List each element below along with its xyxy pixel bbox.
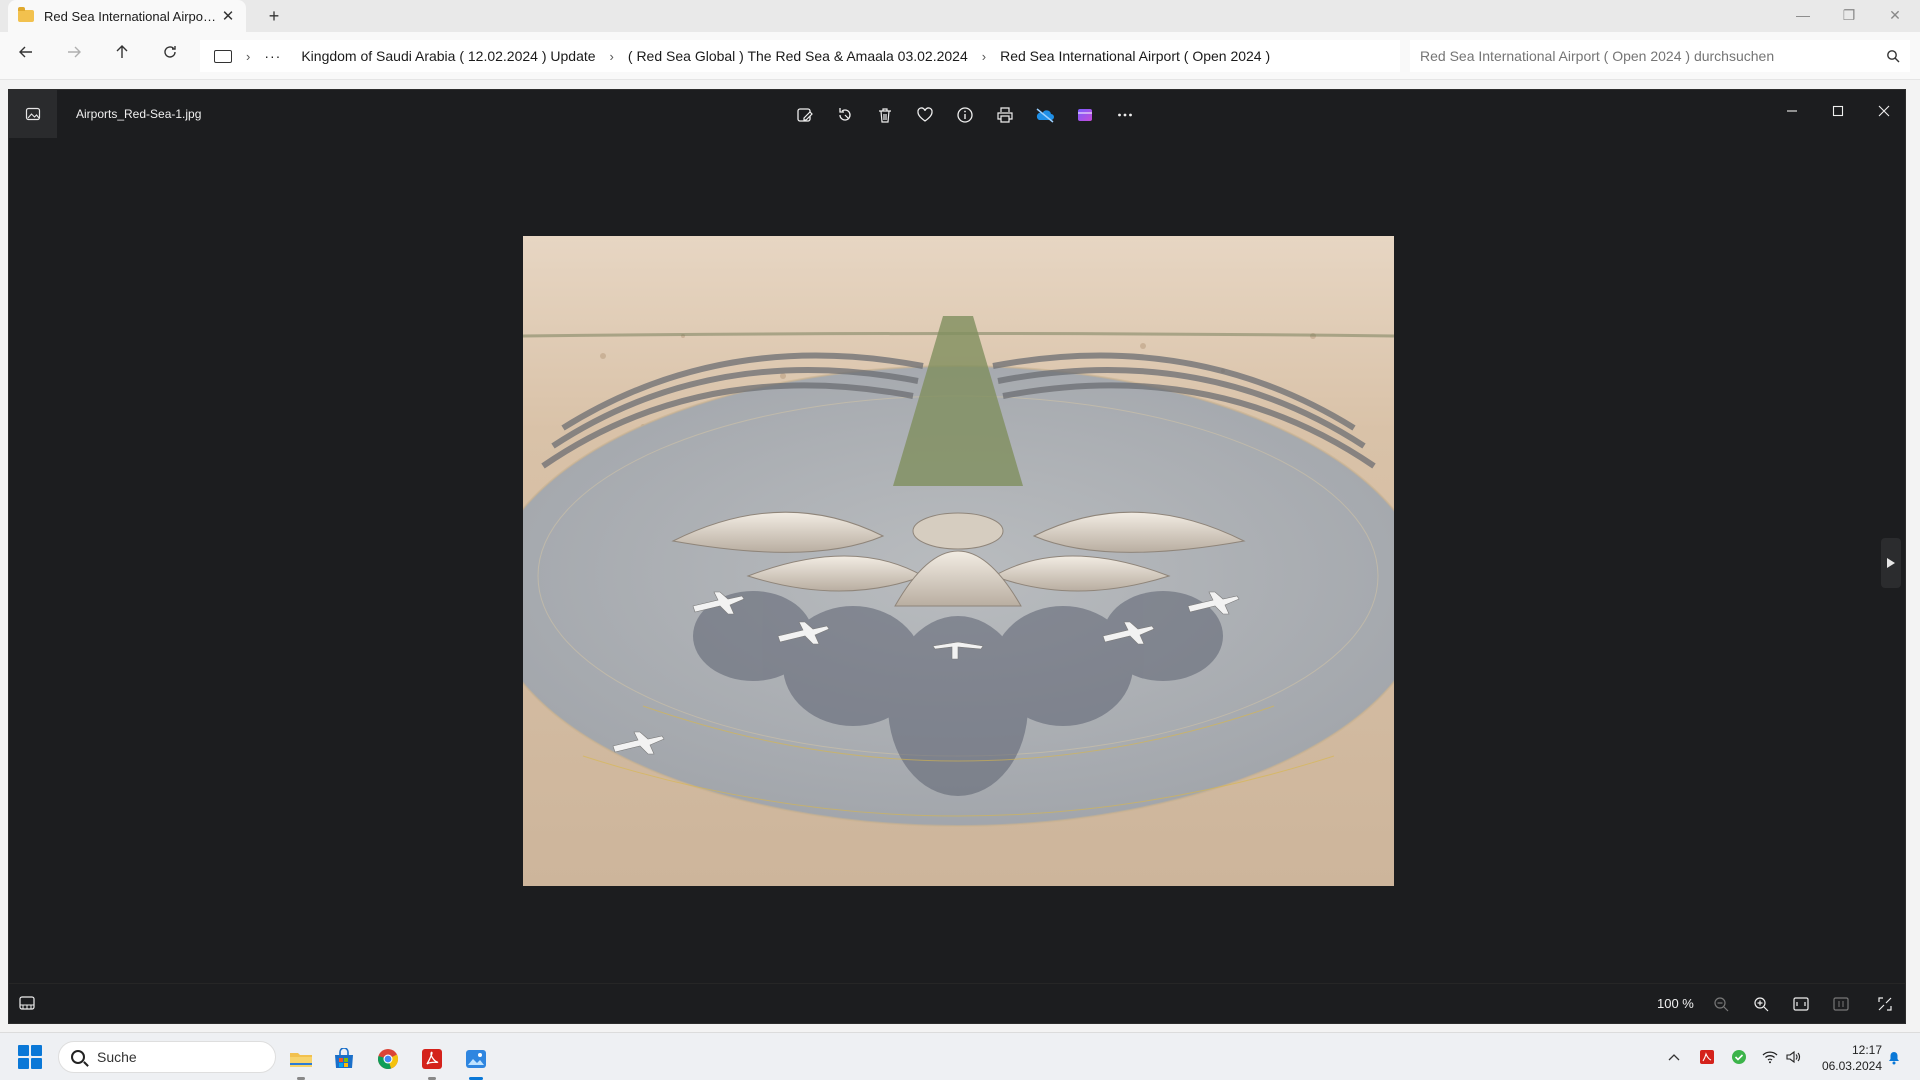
search-input[interactable] bbox=[1420, 48, 1886, 64]
minimize-button[interactable]: — bbox=[1780, 0, 1826, 30]
delete-icon[interactable] bbox=[865, 102, 905, 128]
search-icon bbox=[1887, 50, 1900, 63]
refresh-button[interactable] bbox=[156, 42, 184, 70]
refresh-icon bbox=[164, 46, 176, 58]
taskbar-chrome[interactable] bbox=[370, 1041, 406, 1077]
onedrive-icon[interactable] bbox=[1025, 102, 1065, 128]
explorer-search[interactable] bbox=[1410, 40, 1910, 72]
zoom-in-icon[interactable] bbox=[1747, 992, 1775, 1016]
system-clock[interactable]: 12:17 06.03.2024 bbox=[1812, 1042, 1882, 1074]
viewer-title-bar: Airports_Red-Sea-1.jpg bbox=[9, 90, 1905, 140]
wifi-icon[interactable] bbox=[1760, 1047, 1780, 1067]
taskbar-microsoft-store[interactable] bbox=[326, 1041, 362, 1077]
start-button[interactable] bbox=[18, 1045, 42, 1069]
taskbar-acrobat[interactable] bbox=[414, 1041, 450, 1080]
tab-title: Red Sea International Airport ( Open 202… bbox=[44, 8, 220, 24]
explorer-nav-bar: › ··· Kingdom of Saudi Arabia ( 12.02.20… bbox=[0, 32, 1920, 80]
favorite-icon[interactable] bbox=[905, 102, 945, 128]
taskbar: Suche 12:17 06.03.2024 bbox=[0, 1032, 1920, 1080]
info-icon[interactable] bbox=[945, 102, 985, 128]
photos-viewer-window: Airports_Red-Sea-1.jpg 100 % bbox=[8, 89, 1906, 1024]
displayed-photo[interactable] bbox=[523, 236, 1394, 886]
breadcrumb-item[interactable]: Kingdom of Saudi Arabia ( 12.02.2024 ) U… bbox=[301, 48, 595, 64]
breadcrumb-item[interactable]: Red Sea International Airport ( Open 202… bbox=[1000, 48, 1270, 64]
up-button[interactable] bbox=[108, 42, 136, 70]
viewer-toolbar bbox=[785, 102, 1145, 128]
windows-logo-icon bbox=[18, 1045, 29, 1056]
security-tray-icon[interactable] bbox=[1729, 1047, 1749, 1067]
more-icon[interactable] bbox=[1105, 102, 1145, 128]
viewer-minimize-button[interactable] bbox=[1769, 96, 1815, 126]
viewer-maximize-button[interactable] bbox=[1815, 96, 1861, 126]
file-name: Airports_Red-Sea-1.jpg bbox=[76, 107, 202, 121]
airport-aerial-image bbox=[523, 236, 1394, 886]
up-arrow-icon bbox=[116, 45, 128, 58]
filmstrip-toggle-icon[interactable] bbox=[19, 996, 35, 1015]
chevron-right-icon[interactable]: › bbox=[246, 49, 250, 64]
rotate-icon[interactable] bbox=[825, 102, 865, 128]
taskbar-file-explorer[interactable] bbox=[283, 1041, 319, 1080]
address-bar[interactable]: › ··· Kingdom of Saudi Arabia ( 12.02.20… bbox=[200, 40, 1400, 72]
microsoft-store-icon bbox=[335, 1048, 353, 1068]
print-icon[interactable] bbox=[985, 102, 1025, 128]
acrobat-tray-icon[interactable] bbox=[1697, 1047, 1717, 1067]
viewer-bottom-bar: 100 % bbox=[9, 983, 1905, 1023]
next-image-button[interactable] bbox=[1881, 538, 1901, 588]
fit-to-window-icon[interactable] bbox=[1787, 992, 1815, 1016]
show-hidden-icons[interactable] bbox=[1664, 1047, 1684, 1067]
new-tab-button[interactable]: + bbox=[262, 4, 286, 28]
edit-image-icon[interactable] bbox=[785, 102, 825, 128]
back-arrow-icon bbox=[19, 46, 32, 58]
breadcrumb-item[interactable]: ( Red Sea Global ) The Red Sea & Amaala … bbox=[628, 48, 968, 64]
volume-icon[interactable] bbox=[1783, 1047, 1803, 1067]
play-arrow-icon bbox=[1887, 558, 1895, 568]
clock-time: 12:17 bbox=[1851, 1043, 1882, 1057]
zoom-level[interactable]: 100 % bbox=[1657, 996, 1694, 1011]
more-crumbs-button[interactable]: ··· bbox=[264, 48, 281, 64]
search-icon bbox=[71, 1050, 85, 1064]
actual-size-icon[interactable] bbox=[1827, 992, 1855, 1016]
close-button[interactable]: ✕ bbox=[1872, 0, 1918, 30]
full-screen-icon[interactable] bbox=[1871, 992, 1899, 1016]
chrome-icon bbox=[378, 1049, 399, 1069]
clock-date: 06.03.2024 bbox=[1821, 1059, 1882, 1073]
acrobat-reader-icon bbox=[422, 1049, 442, 1069]
explorer-tab-bar: Red Sea International Airport ( Open 202… bbox=[0, 0, 1920, 32]
chevron-up-icon bbox=[1668, 1054, 1680, 1061]
folder-icon bbox=[18, 7, 34, 22]
forward-button[interactable] bbox=[60, 42, 88, 70]
tab-close-icon[interactable]: ✕ bbox=[220, 7, 236, 25]
forward-arrow-icon bbox=[68, 46, 81, 58]
explorer-tab[interactable]: Red Sea International Airport ( Open 202… bbox=[8, 0, 246, 32]
photos-app-icon[interactable] bbox=[9, 90, 57, 138]
zoom-out-icon[interactable] bbox=[1707, 992, 1735, 1016]
chevron-right-icon[interactable]: › bbox=[982, 49, 986, 64]
clipchamp-icon[interactable] bbox=[1065, 102, 1105, 128]
file-explorer-icon bbox=[290, 1053, 312, 1067]
taskbar-photos[interactable] bbox=[458, 1041, 494, 1080]
back-button[interactable] bbox=[12, 42, 40, 70]
notification-bell-icon[interactable] bbox=[1884, 1047, 1904, 1067]
chevron-right-icon[interactable]: › bbox=[610, 49, 614, 64]
photos-icon bbox=[466, 1050, 486, 1068]
viewer-close-button[interactable] bbox=[1861, 96, 1907, 126]
this-pc-icon bbox=[214, 49, 232, 63]
restore-button[interactable]: ❐ bbox=[1826, 0, 1872, 30]
taskbar-search-label: Suche bbox=[97, 1049, 137, 1065]
taskbar-search[interactable]: Suche bbox=[58, 1041, 276, 1073]
